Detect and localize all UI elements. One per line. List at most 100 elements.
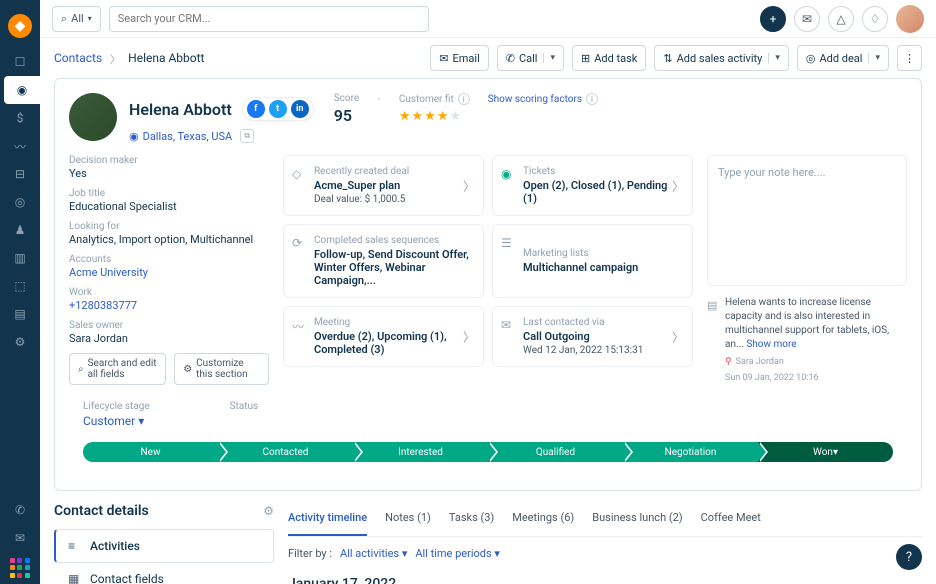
- chevron-down-icon: ▾: [88, 14, 92, 23]
- nav-chat-icon[interactable]: ✉: [0, 524, 40, 552]
- notifications-bell-icon[interactable]: ♢: [862, 6, 888, 32]
- breadcrumb-current: Helena Abbott: [128, 51, 204, 65]
- sequence-icon: ⟳: [292, 236, 302, 250]
- contact-avatar: [69, 93, 117, 141]
- fields-icon: ▦: [68, 572, 82, 584]
- nav-calendar-icon[interactable]: ☐: [0, 48, 40, 76]
- chevron-down-icon: ▾: [768, 53, 780, 63]
- chevron-down-icon: ▾: [868, 53, 880, 63]
- phone-icon: ✆: [506, 52, 515, 65]
- sidebar-item-contact-fields[interactable]: ▦Contact fields: [54, 563, 274, 584]
- accounts-link[interactable]: Acme University: [69, 266, 269, 279]
- score-label: Score: [334, 93, 359, 104]
- add-task-button[interactable]: ⊞Add task: [572, 45, 646, 71]
- facebook-icon[interactable]: f: [247, 100, 265, 118]
- chevron-right-icon: 〉: [672, 328, 684, 345]
- nav-bot-icon[interactable]: ♟: [0, 216, 40, 244]
- note-input[interactable]: Type your note here....: [707, 155, 907, 286]
- stage-new[interactable]: New: [83, 442, 218, 462]
- tickets-card[interactable]: ◉ Tickets Open (2), Closed (1), Pending …: [492, 155, 693, 216]
- activity-icon: ⇅: [663, 52, 672, 65]
- tab-business-lunch[interactable]: Business lunch (2): [592, 501, 682, 536]
- user-avatar[interactable]: [896, 5, 924, 33]
- search-edit-fields-button[interactable]: ⌕Search and edit all fields: [69, 353, 166, 385]
- nav-apps-icon[interactable]: [10, 558, 30, 578]
- inbox-icon[interactable]: ✉: [794, 6, 820, 32]
- nav-conversations-icon[interactable]: ⊟: [0, 160, 40, 188]
- stage-interested[interactable]: Interested: [353, 442, 488, 462]
- tab-activity-timeline[interactable]: Activity timeline: [288, 501, 367, 536]
- add-new-button[interactable]: +: [760, 6, 786, 32]
- stage-won[interactable]: Won ▾: [758, 442, 893, 462]
- task-icon: ⊞: [581, 52, 590, 65]
- nav-analytics-icon[interactable]: ▥: [0, 244, 40, 272]
- search-input[interactable]: [109, 6, 429, 32]
- work-phone-link[interactable]: +1280383777: [69, 299, 269, 312]
- contact-details-title: Contact details: [54, 503, 149, 519]
- location-pin-icon: ◉: [129, 130, 139, 143]
- info-icon[interactable]: i: [586, 93, 598, 105]
- meeting-icon: 〰: [292, 318, 304, 335]
- note-date: Sun 09 Jan, 2022 10:16: [725, 372, 819, 385]
- sales-owner-value: Sara Jordan: [69, 332, 269, 345]
- nav-documents-icon[interactable]: ▤: [0, 300, 40, 328]
- search-icon: ⌕: [78, 364, 84, 375]
- nav-phone-icon[interactable]: ✆: [0, 496, 40, 524]
- gear-icon: ⚙: [183, 364, 192, 375]
- tab-notes[interactable]: Notes (1): [385, 501, 431, 536]
- filter-activities-dropdown[interactable]: All activities ▾: [340, 547, 407, 560]
- chevron-right-icon: 〉: [672, 177, 684, 194]
- nav-contacts-icon[interactable]: ◉: [4, 76, 40, 104]
- notifications-lock-icon[interactable]: △: [828, 6, 854, 32]
- nav-products-icon[interactable]: ⬚: [0, 272, 40, 300]
- stage-qualified[interactable]: Qualified: [488, 442, 623, 462]
- tab-tasks[interactable]: Tasks (3): [449, 501, 494, 536]
- deal-icon: ◇: [292, 167, 301, 181]
- search-icon: ⌕: [61, 12, 67, 26]
- nav-reports-icon[interactable]: 〰: [0, 132, 40, 160]
- customer-fit-stars: ★★★★★: [399, 109, 470, 124]
- twitter-icon[interactable]: t: [269, 100, 287, 118]
- status-label: Status: [230, 401, 259, 412]
- activities-icon: ≡: [68, 539, 82, 553]
- filter-by-label: Filter by :: [288, 547, 332, 560]
- meetings-card[interactable]: 〰 Meeting Overdue (2), Upcoming (1), Com…: [283, 306, 484, 367]
- nav-deals-icon[interactable]: $: [0, 104, 40, 132]
- tab-coffee-meet[interactable]: Coffee Meet: [701, 501, 761, 536]
- search-scope-label: All: [71, 12, 84, 25]
- search-scope-dropdown[interactable]: ⌕ All ▾: [52, 6, 101, 32]
- add-sales-activity-button[interactable]: ⇅Add sales activity▾: [654, 45, 788, 71]
- call-button[interactable]: ✆Call▾: [497, 45, 564, 71]
- nav-settings-icon[interactable]: ⚙: [0, 328, 40, 356]
- stage-contacted[interactable]: Contacted: [218, 442, 353, 462]
- recent-deal-card[interactable]: ◇ Recently created deal Acme_Super plan …: [283, 155, 484, 216]
- contact-name: Helena Abbott: [129, 100, 232, 119]
- stage-negotiation[interactable]: Negotiation: [623, 442, 758, 462]
- copy-icon[interactable]: ⧉: [240, 129, 254, 143]
- last-contacted-card[interactable]: ✉ Last contacted via Call Outgoing Wed 1…: [492, 306, 693, 367]
- marketing-lists-card[interactable]: ☰ Marketing lists Multichannel campaign: [492, 224, 693, 298]
- customize-section-button[interactable]: ⚙Customize this section: [174, 353, 269, 385]
- info-icon[interactable]: i: [458, 93, 470, 105]
- job-title-value: Educational Specialist: [69, 200, 269, 213]
- lifecycle-stage-dropdown[interactable]: Customer ▾: [83, 414, 150, 428]
- email-button[interactable]: ✉Email: [430, 45, 488, 71]
- nav-goals-icon[interactable]: ◎: [0, 188, 40, 216]
- sidebar-item-activities[interactable]: ≡Activities: [54, 529, 274, 563]
- chevron-down-icon: ▾: [543, 53, 555, 63]
- show-scoring-factors-link[interactable]: Show scoring factors: [488, 94, 582, 105]
- show-more-link[interactable]: Show more: [746, 339, 796, 350]
- lifecycle-stage-label: Lifecycle stage: [83, 401, 150, 412]
- filter-time-dropdown[interactable]: All time periods ▾: [415, 547, 500, 560]
- gear-icon[interactable]: ⚙: [263, 504, 274, 518]
- note-icon: ▤: [707, 298, 717, 313]
- breadcrumb-root[interactable]: Contacts: [54, 51, 102, 65]
- more-actions-button[interactable]: ⋮: [897, 45, 922, 71]
- chevron-right-icon: 〉: [110, 51, 120, 66]
- linkedin-icon[interactable]: in: [291, 100, 309, 118]
- sequences-card[interactable]: ⟳ Completed sales sequences Follow-up, S…: [283, 224, 484, 298]
- tab-meetings[interactable]: Meetings (6): [512, 501, 574, 536]
- help-button[interactable]: ?: [896, 544, 922, 570]
- brand-logo[interactable]: ◆: [8, 14, 32, 38]
- add-deal-button[interactable]: ◎Add deal▾: [797, 45, 889, 71]
